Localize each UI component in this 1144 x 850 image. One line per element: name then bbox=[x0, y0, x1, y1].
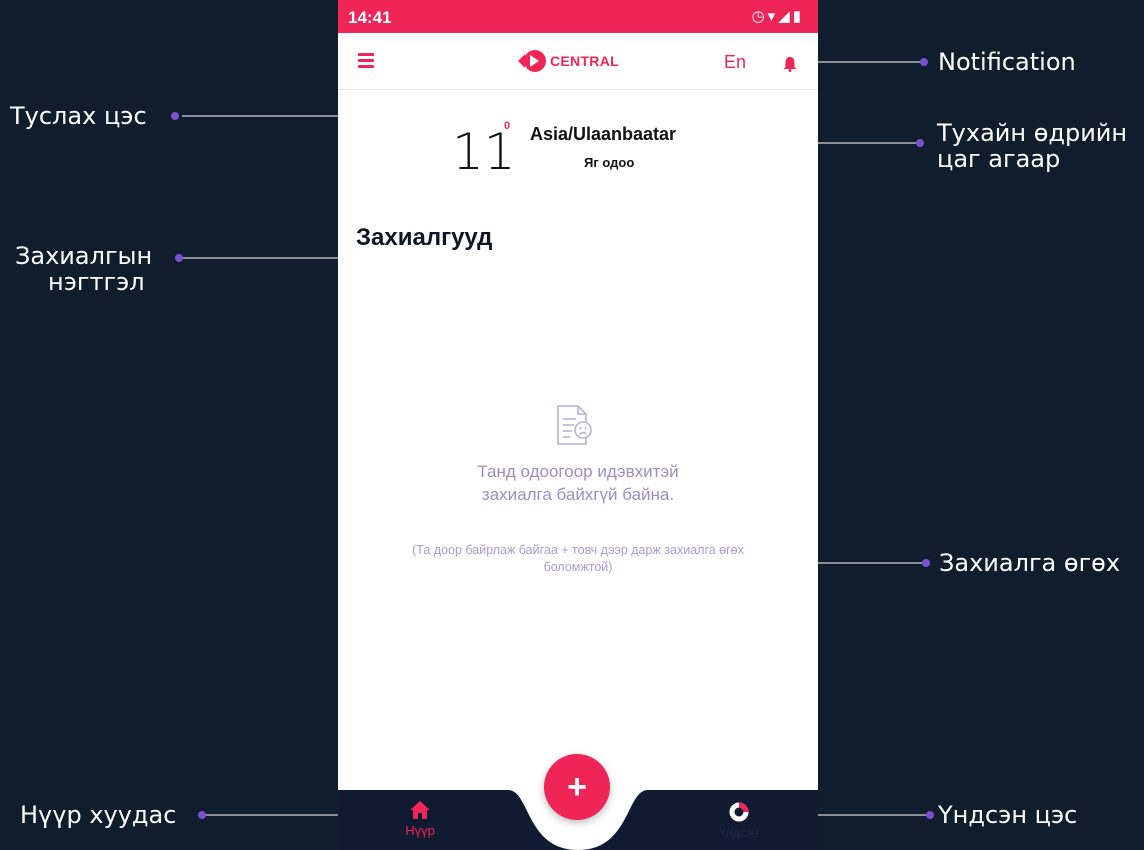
annotation-side-menu: Туслах цэс bbox=[10, 102, 147, 130]
bell-icon[interactable] bbox=[782, 56, 798, 72]
annotation-dot bbox=[175, 254, 183, 262]
annotation-main-menu: Үндсэн цэс bbox=[938, 801, 1078, 829]
home-icon bbox=[410, 801, 430, 819]
annotation-home-page: Нүүр хуудас bbox=[20, 801, 177, 829]
annotation-order-summary-line1: Захиалгын bbox=[15, 242, 153, 270]
hamburger-menu-icon[interactable] bbox=[358, 53, 374, 68]
nav-home-label: Нүүр bbox=[405, 823, 435, 838]
battery-icon: ▮ bbox=[792, 8, 804, 25]
annotation-dot bbox=[171, 112, 179, 120]
signal-icon: ◢ bbox=[778, 8, 793, 25]
nav-main-menu-label: Үндсэн bbox=[719, 826, 759, 840]
brand-name: CENTRAL bbox=[550, 53, 619, 69]
empty-orders-document-icon bbox=[557, 405, 592, 445]
annotation-dot bbox=[916, 139, 924, 147]
weather-now-label: Яг одоо bbox=[584, 155, 635, 170]
empty-orders-hint: (Та доор байрлаж байгаа + товч дээр дарж… bbox=[412, 543, 744, 574]
annotation-dot bbox=[922, 559, 930, 567]
status-bar: 14:41 ◷▾◢▮ bbox=[338, 0, 818, 33]
annotation-dot bbox=[920, 58, 928, 66]
annotation-notification: Notification bbox=[938, 48, 1076, 76]
wifi-icon: ▾ bbox=[767, 8, 779, 25]
nav-home-tab[interactable]: Нүүр bbox=[390, 800, 450, 838]
app-bar: CENTRAL En bbox=[338, 33, 818, 90]
alarm-icon: ◷ bbox=[751, 8, 768, 25]
annotation-dot bbox=[198, 811, 206, 819]
empty-orders-message: Танд одоогоор идэвхитэй захиалга байхгүй… bbox=[477, 462, 679, 504]
central-logo-icon bbox=[518, 50, 546, 72]
language-toggle[interactable]: En bbox=[724, 52, 746, 73]
weather-city: Asia/Ulaanbaatar bbox=[530, 124, 677, 144]
weather-degree-mark: 0 bbox=[504, 120, 511, 132]
annotation-weather-line1: Тухайн өдрийн bbox=[937, 119, 1128, 147]
plus-icon: + bbox=[567, 768, 587, 806]
annotation-dot bbox=[926, 811, 934, 819]
orders-title: Захиалгууд bbox=[356, 224, 493, 251]
nav-main-menu-tab[interactable]: Үндсэн bbox=[704, 802, 774, 840]
status-icons: ◷▾◢▮ bbox=[752, 7, 804, 25]
phone-screen: 14:41 ◷▾◢▮ CENTRAL En 11 0 Asia/Ulaanbaa… bbox=[338, 0, 818, 850]
annotation-place-order: Захиалга өгөх bbox=[939, 549, 1121, 577]
add-order-button[interactable]: + bbox=[544, 754, 610, 820]
main-menu-ring-icon bbox=[729, 802, 749, 822]
annotation-weather-line2: цаг агаар bbox=[937, 145, 1061, 173]
annotation-order-summary-line2: нэгтгэл bbox=[48, 268, 145, 296]
status-time: 14:41 bbox=[348, 8, 392, 27]
brand-logo: CENTRAL bbox=[518, 49, 619, 73]
